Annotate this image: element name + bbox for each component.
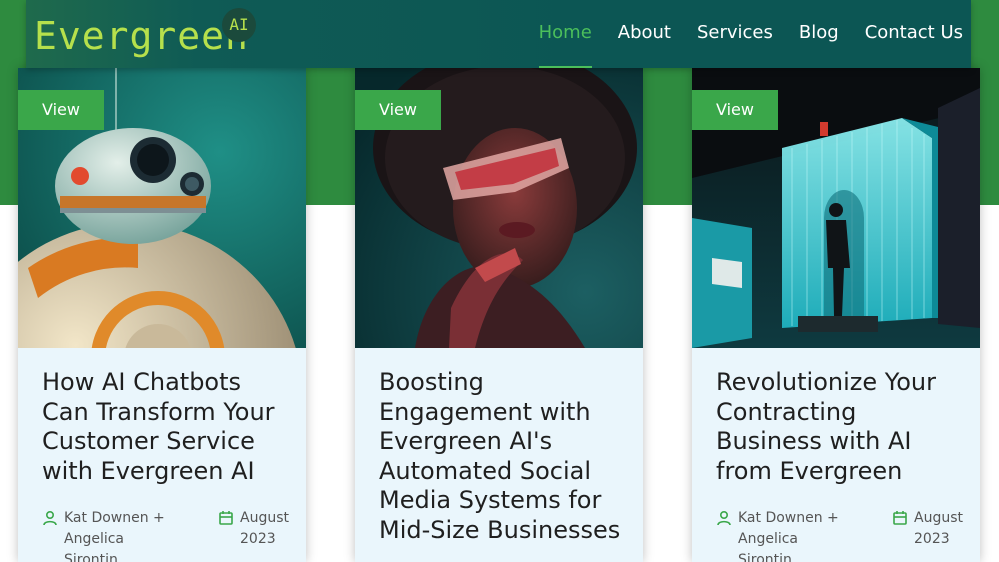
nav-blog[interactable]: Blog	[799, 0, 839, 68]
card-title[interactable]: Boosting Engagement with Evergreen AI's …	[379, 368, 629, 545]
calendar-icon	[219, 511, 233, 525]
blog-card[interactable]: View Revolutionize Your Contracting Busi…	[692, 68, 980, 562]
brand-logo[interactable]: Evergreen	[34, 12, 249, 60]
card-body: Boosting Engagement with Evergreen AI's …	[379, 368, 629, 545]
user-icon	[717, 510, 731, 526]
user-icon	[43, 510, 57, 526]
calendar-icon	[893, 511, 907, 525]
date-meta: August 2023	[218, 508, 292, 562]
post-date: August 2023	[240, 510, 289, 547]
author-meta: Kat Downen + Angelica Sirontin	[42, 508, 182, 562]
author-name: Kat Downen + Angelica Sirontin	[738, 510, 839, 562]
author-meta: Kat Downen + Angelica Sirontin	[716, 508, 856, 562]
nav-about[interactable]: About	[618, 0, 671, 68]
site-header: Evergreen AI Home About Services Blog Co…	[26, 0, 971, 68]
view-button[interactable]: View	[18, 90, 104, 130]
view-button[interactable]: View	[692, 90, 778, 130]
date-meta: August 2023	[892, 508, 966, 562]
view-button[interactable]: View	[355, 90, 441, 130]
card-title[interactable]: Revolutionize Your Contracting Business …	[716, 368, 966, 486]
main-nav: Home About Services Blog Contact Us	[538, 0, 963, 68]
card-title[interactable]: How AI Chatbots Can Transform Your Custo…	[42, 368, 292, 486]
nav-services[interactable]: Services	[697, 0, 773, 68]
author-name: Kat Downen + Angelica Sirontin	[64, 510, 165, 562]
card-body: Revolutionize Your Contracting Business …	[716, 368, 966, 486]
post-date: August 2023	[914, 510, 963, 547]
brand-name: Evergreen	[34, 14, 249, 58]
card-body: How AI Chatbots Can Transform Your Custo…	[42, 368, 292, 486]
brand-badge: AI	[222, 8, 256, 42]
nav-contact[interactable]: Contact Us	[865, 0, 963, 68]
card-meta: Kat Downen + Angelica Sirontin August 20…	[716, 508, 966, 562]
card-meta: Kat Downen + Angelica Sirontin August 20…	[42, 508, 292, 562]
blog-card[interactable]: View How AI Chatbots Can Transform Your …	[18, 68, 306, 562]
nav-home[interactable]: Home	[538, 0, 592, 68]
blog-card[interactable]: View Boosting Engagement with Evergreen …	[355, 68, 643, 562]
